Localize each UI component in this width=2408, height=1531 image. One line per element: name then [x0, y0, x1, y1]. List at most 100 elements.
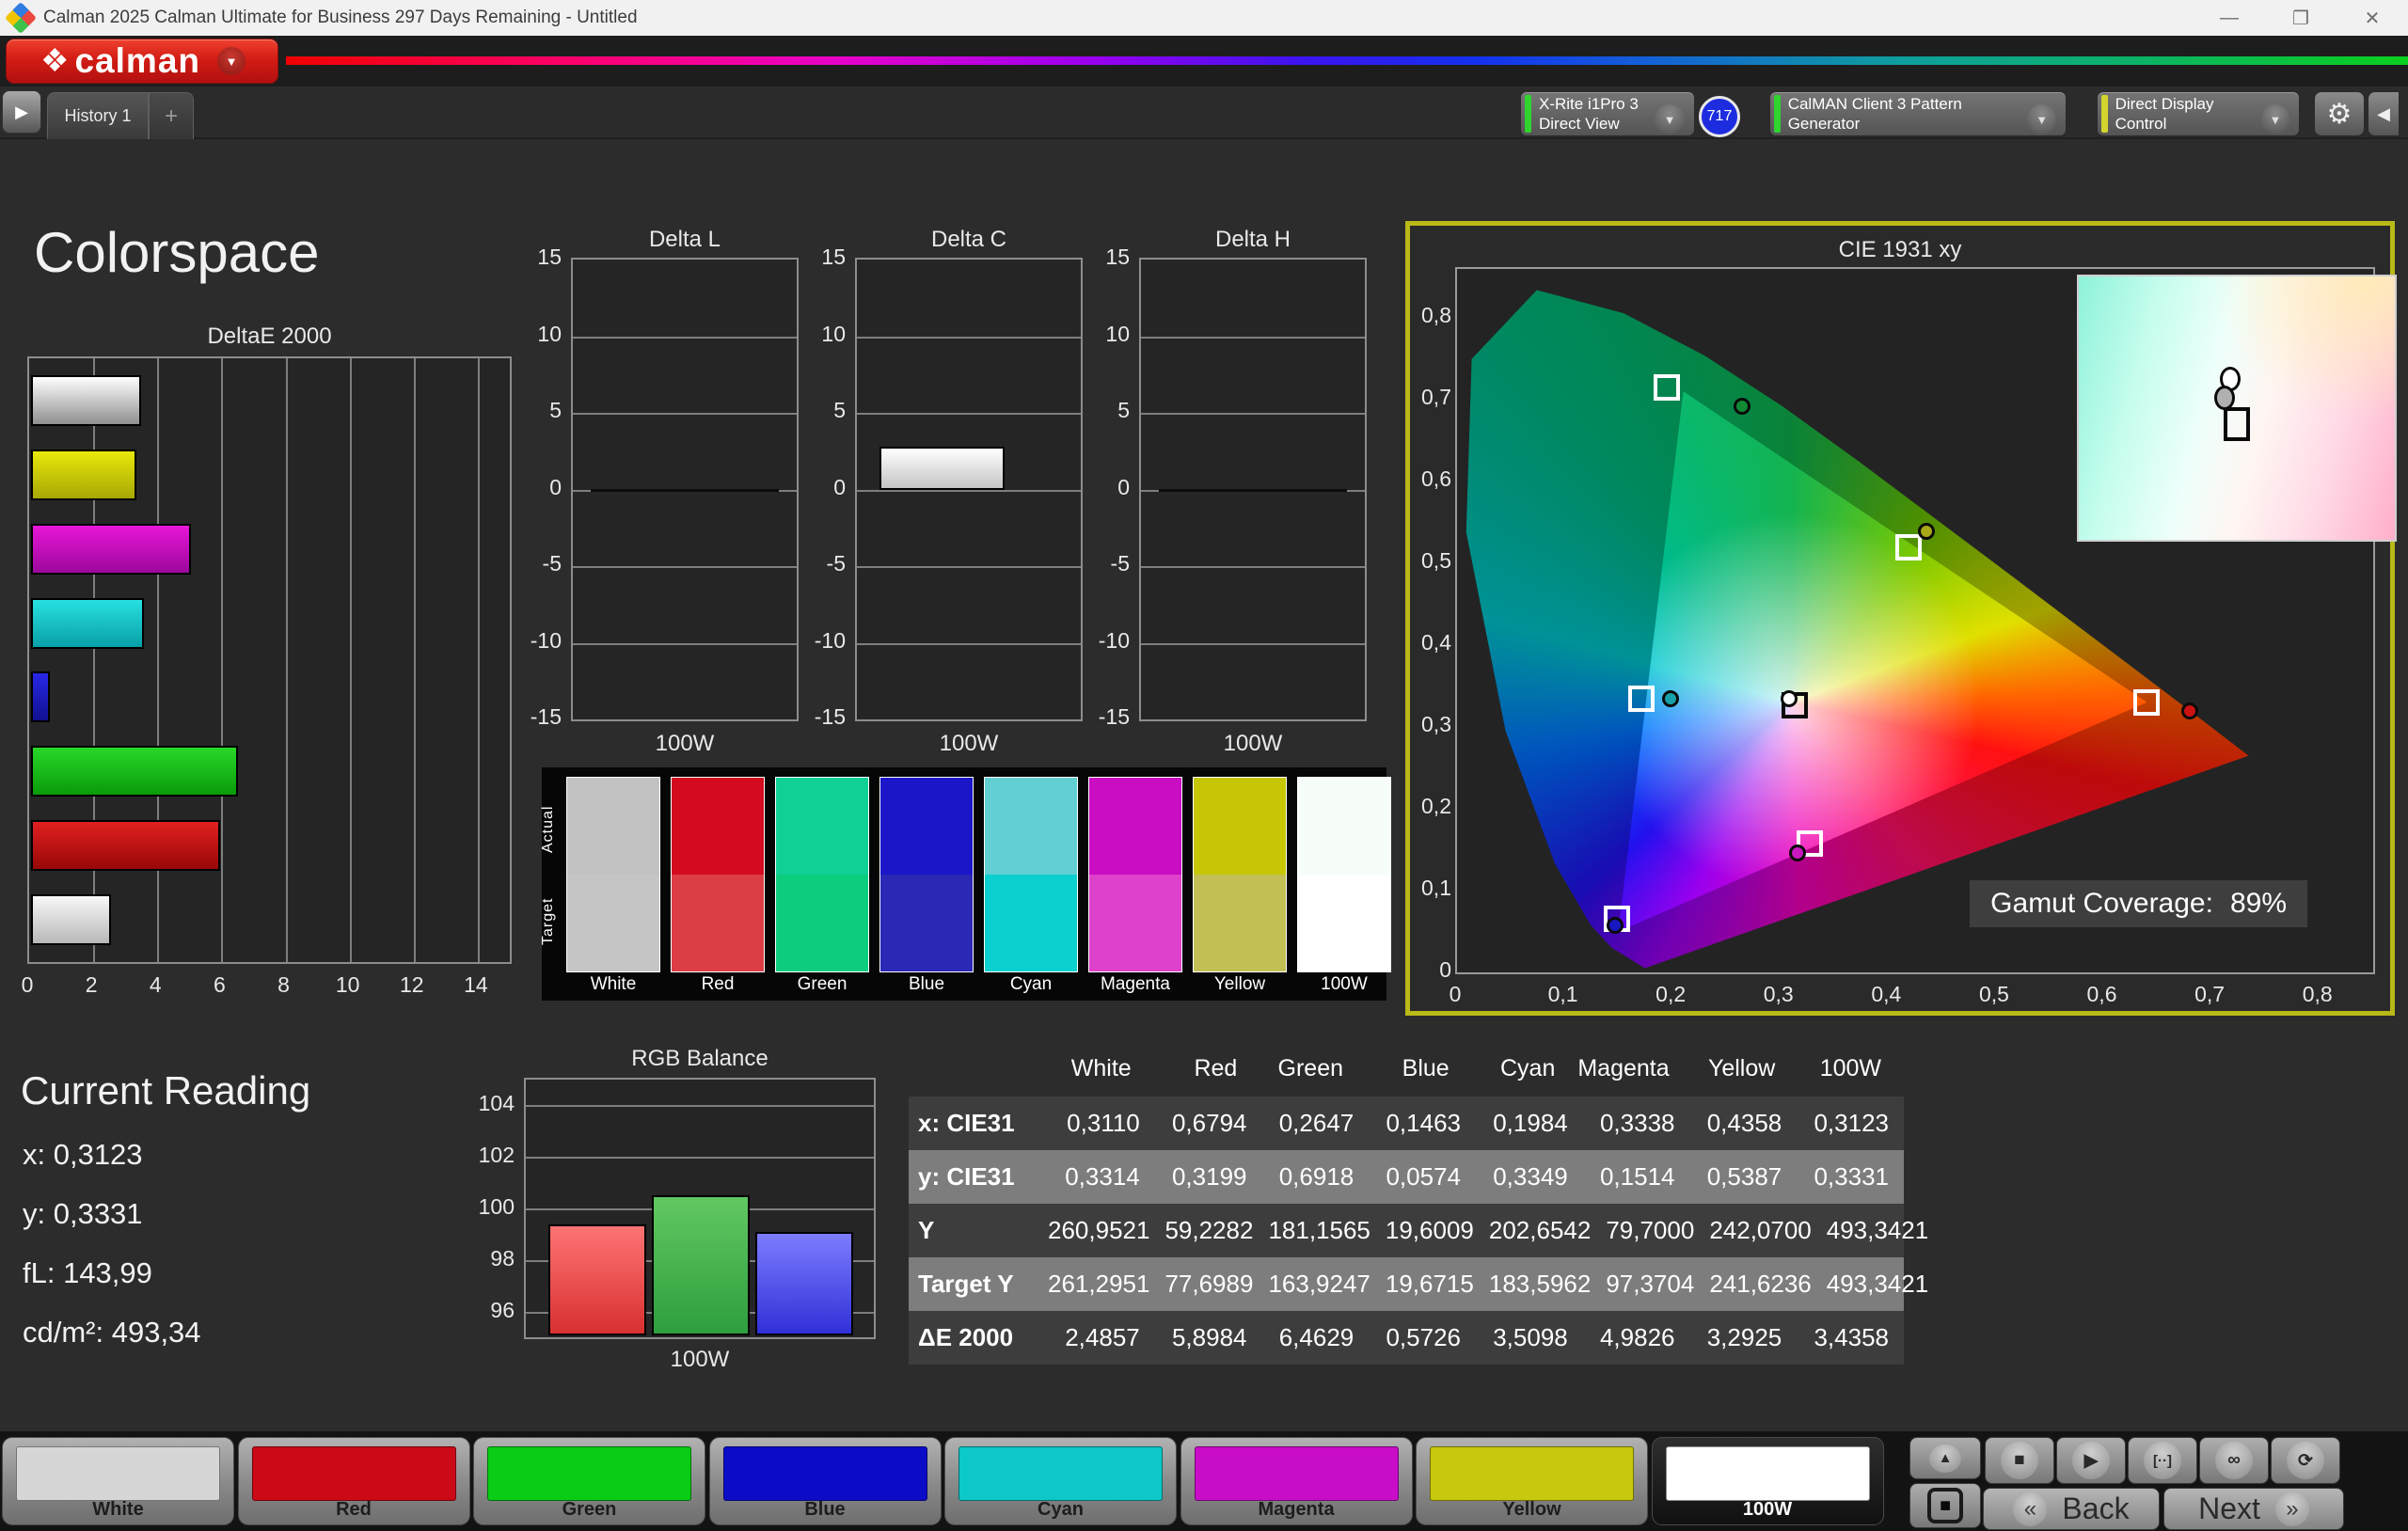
- pattern-window-raise-button[interactable]: ▲: [1909, 1437, 1981, 1479]
- pattern-button-white[interactable]: White: [2, 1437, 234, 1525]
- pattern-button-magenta[interactable]: Magenta: [1180, 1437, 1413, 1525]
- table-row-label: Y: [918, 1216, 935, 1244]
- pattern-button-blue[interactable]: Blue: [708, 1437, 942, 1525]
- pattern-button-green[interactable]: Green: [473, 1437, 705, 1525]
- display-control-arrow-icon[interactable]: ▼: [2260, 104, 2289, 134]
- delta-x-label: 100W: [939, 731, 999, 756]
- table-cell: 59,2282: [1164, 1216, 1254, 1244]
- calman-wordmark: calman: [74, 41, 200, 80]
- table-cell: 19,6715: [1385, 1270, 1474, 1298]
- close-icon[interactable]: ✕: [2337, 0, 2408, 36]
- calman-menu-button[interactable]: ❖ calman ▼: [6, 39, 278, 84]
- meter-status-indicator: [1525, 95, 1531, 133]
- sidebar-expand-icon: ▶: [15, 102, 28, 121]
- rgb-balance-plot: [524, 1078, 876, 1339]
- delta-y-tick-label: -15: [1098, 704, 1130, 729]
- table-cell: 0,4358: [1706, 1109, 1782, 1137]
- display-control-dropdown[interactable]: Direct Display Control ▼: [2097, 91, 2300, 136]
- table-cell: 183,5962: [1488, 1270, 1592, 1298]
- next-button-label: Next: [2198, 1492, 2260, 1525]
- back-button[interactable]: « Back: [1983, 1488, 2160, 1530]
- swatch-column-magenta[interactable]: Magenta: [1088, 777, 1182, 995]
- up-arrow-icon: ▲: [1929, 1444, 1961, 1473]
- window-titlebar: Calman 2025 Calman Ultimate for Business…: [0, 0, 2408, 36]
- pattern-button-red[interactable]: Red: [237, 1437, 470, 1525]
- meter-dropdown-arrow-icon[interactable]: ▼: [1655, 104, 1685, 134]
- meter-name: X-Rite i1Pro 3: [1539, 94, 1639, 113]
- table-cell: 0,3338: [1599, 1109, 1675, 1137]
- swatch-yellow: [1193, 777, 1287, 972]
- cie-y-tick-label: 0,6: [1421, 466, 1451, 492]
- swatch-column-white[interactable]: White: [566, 777, 660, 995]
- swatch-column-green[interactable]: Green: [775, 777, 869, 995]
- swatch-actual-green: [776, 778, 868, 875]
- pattern-generator-dropdown[interactable]: CalMAN Client 3 Pattern Generator ▼: [1769, 91, 2067, 136]
- deltae-gridline: [221, 358, 224, 962]
- gear-icon: ⚙: [2326, 98, 2353, 130]
- swatch-column-blue[interactable]: Blue: [879, 777, 974, 995]
- meter-dropdown[interactable]: X-Rite i1Pro 3 Direct View ▼: [1520, 91, 1695, 136]
- table-cell: 181,1565: [1268, 1216, 1370, 1244]
- pattern-button-100w[interactable]: 100W: [1651, 1437, 1884, 1525]
- range-button-icon: [··]: [2144, 1442, 2181, 1479]
- restore-icon[interactable]: ❐: [2265, 0, 2337, 36]
- table-row: ΔE 2000 2,4857 5,8984 6,4629 0,5726 3,5098 4,9…: [909, 1311, 1904, 1365]
- swatch-column-yellow[interactable]: Yellow: [1193, 777, 1287, 995]
- pattern-button-cyan[interactable]: Cyan: [944, 1437, 1177, 1525]
- table-column-header-magenta: Magenta: [1577, 1054, 1670, 1081]
- swatch-green: [775, 777, 869, 972]
- calman-menu-arrow-icon[interactable]: ▼: [217, 47, 246, 75]
- delta-c-bar: [879, 446, 1006, 490]
- swatch-actual-cyan: [985, 778, 1077, 875]
- collapse-panel-button[interactable]: ◀: [2368, 91, 2400, 136]
- cie-plot[interactable]: Gamut Coverage: 89%: [1455, 267, 2397, 974]
- table-cell: 79,7000: [1606, 1216, 1695, 1244]
- minimize-icon[interactable]: —: [2194, 0, 2265, 36]
- pattern-generator-arrow-icon[interactable]: ▼: [2027, 104, 2056, 134]
- cie-white-measured: [1780, 690, 1798, 708]
- table-row-label: y: CIE31: [918, 1162, 1015, 1191]
- deltae-gridline: [349, 358, 352, 962]
- swatch-column-red[interactable]: Red: [671, 777, 765, 995]
- refresh-button[interactable]: ⟳: [2271, 1437, 2340, 1484]
- tab-history-1-label: History 1: [64, 106, 132, 125]
- pattern-window-icon: ■: [1927, 1488, 1963, 1523]
- gamut-coverage-label: Gamut Coverage:: [1990, 888, 2213, 919]
- table-cell: 0,3314: [1065, 1162, 1140, 1191]
- play-button[interactable]: ▶: [2056, 1437, 2126, 1484]
- settings-button[interactable]: ⚙: [2314, 91, 2365, 136]
- table-cell: 0,5726: [1386, 1323, 1461, 1351]
- delta-gridline: [573, 336, 797, 339]
- cie-x-tick-label: 0,7: [2194, 982, 2226, 1006]
- table-row-label: ΔE 2000: [918, 1323, 1014, 1351]
- deltae-x-tick-label: 2: [85, 972, 98, 997]
- deltae-x-tick-label: 10: [335, 972, 360, 997]
- delta-y-tick-label: -5: [542, 551, 562, 576]
- cie-blue-measured: [1606, 917, 1624, 935]
- sidebar-expand-button[interactable]: ▶: [2, 90, 41, 134]
- cie-x-tick-label: 0,6: [2086, 982, 2117, 1006]
- pattern-chip-blue: [722, 1446, 927, 1501]
- delta-y-tick-label: 10: [821, 321, 846, 346]
- table-cell: 5,8984: [1171, 1323, 1247, 1351]
- table-cell: 0,3199: [1171, 1162, 1247, 1191]
- delta-y-tick-label: 10: [537, 321, 562, 346]
- deltae-bar-yellow: [31, 449, 137, 500]
- actual-row-label: Actual: [540, 805, 556, 854]
- pattern-window-button[interactable]: ■: [1909, 1483, 1981, 1528]
- loop-button[interactable]: ∞: [2199, 1437, 2269, 1484]
- add-tab-button[interactable]: +: [149, 92, 194, 139]
- stop-button[interactable]: ■: [1985, 1437, 2054, 1484]
- deltae-chart-plot: [27, 356, 512, 964]
- deltae-x-tick-label: 4: [149, 972, 162, 997]
- deltae-x-tick-label: 14: [464, 972, 488, 997]
- swatch-column-cyan[interactable]: Cyan: [984, 777, 1078, 995]
- deltae-gridline: [477, 358, 480, 962]
- pattern-button-bar: White Red Green Blue Cyan Magenta Yellow 100W ▲…: [0, 1431, 2408, 1531]
- next-button[interactable]: Next »: [2163, 1488, 2344, 1530]
- tab-history-1[interactable]: History 1: [47, 92, 149, 139]
- pattern-button-yellow[interactable]: Yellow: [1416, 1437, 1648, 1525]
- range-button[interactable]: [··]: [2128, 1437, 2197, 1484]
- table-cell: 260,9521: [1048, 1216, 1150, 1244]
- swatch-column-100w[interactable]: 100W: [1297, 777, 1391, 995]
